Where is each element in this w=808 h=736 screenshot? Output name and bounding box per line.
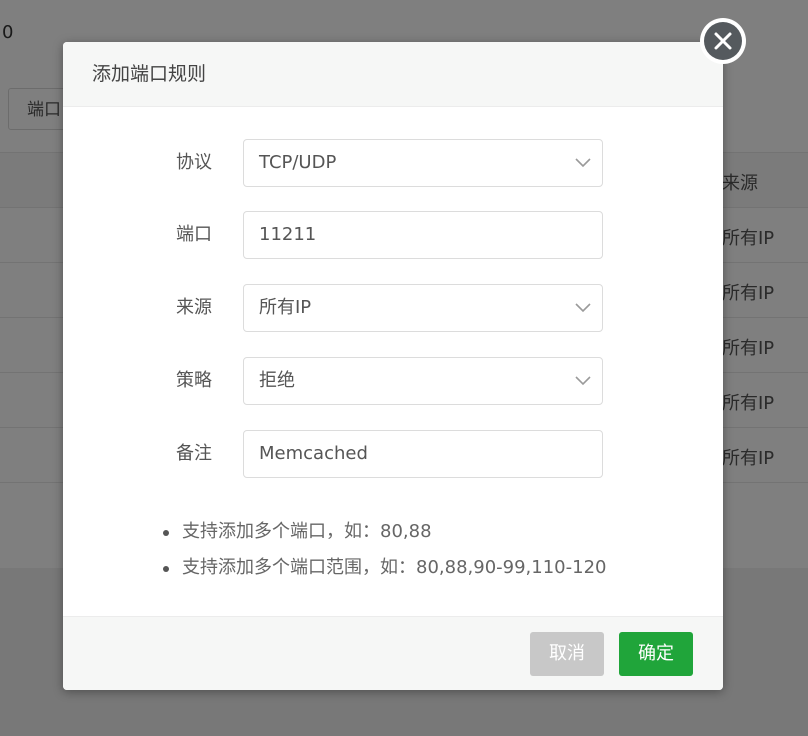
source-row: 来源 所有IP [63, 284, 723, 332]
close-icon [714, 32, 732, 50]
policy-row: 策略 拒绝 [63, 357, 723, 405]
source-select[interactable]: 所有IP [243, 284, 603, 332]
dialog-title: 添加端口规则 [63, 42, 723, 107]
dialog-footer: 取消 确定 [63, 616, 723, 690]
chevron-down-icon [575, 303, 591, 313]
remark-value: Memcached [259, 443, 368, 464]
protocol-value: TCP/UDP [259, 152, 337, 173]
chevron-down-icon [575, 158, 591, 168]
help-tips: 支持添加多个端口，如：80,88 支持添加多个端口范围，如：80,88,90-9… [163, 518, 606, 590]
protocol-label: 协议 [176, 152, 212, 173]
remark-label: 备注 [176, 443, 212, 464]
cancel-button[interactable]: 取消 [530, 632, 604, 676]
tip-text: 支持添加多个端口，如：80,88 [182, 521, 432, 542]
confirm-button[interactable]: 确定 [619, 632, 693, 676]
tip-item: 支持添加多个端口范围，如：80,88,90-99,110-120 [163, 554, 606, 590]
port-input[interactable]: 11211 [243, 211, 603, 259]
remark-input[interactable]: Memcached [243, 430, 603, 478]
policy-value: 拒绝 [259, 370, 295, 391]
policy-label: 策略 [176, 370, 212, 391]
add-port-rule-dialog: 添加端口规则 协议 TCP/UDP 端口 11211 来源 所有IP 策略 拒绝… [63, 42, 723, 690]
bullet-icon [163, 566, 169, 572]
tip-item: 支持添加多个端口，如：80,88 [163, 518, 606, 554]
bullet-icon [163, 530, 169, 536]
source-label: 来源 [176, 297, 212, 318]
port-label: 端口 [176, 224, 212, 245]
protocol-select[interactable]: TCP/UDP [243, 139, 603, 187]
port-value: 11211 [259, 224, 317, 245]
close-dialog-button[interactable] [700, 18, 746, 64]
close-circle-icon [704, 22, 742, 60]
protocol-row: 协议 TCP/UDP [63, 139, 723, 187]
policy-select[interactable]: 拒绝 [243, 357, 603, 405]
source-value: 所有IP [259, 297, 312, 318]
chevron-down-icon [575, 376, 591, 386]
port-row: 端口 11211 [63, 211, 723, 259]
remark-row: 备注 Memcached [63, 430, 723, 478]
tip-text: 支持添加多个端口范围，如：80,88,90-99,110-120 [182, 557, 607, 578]
